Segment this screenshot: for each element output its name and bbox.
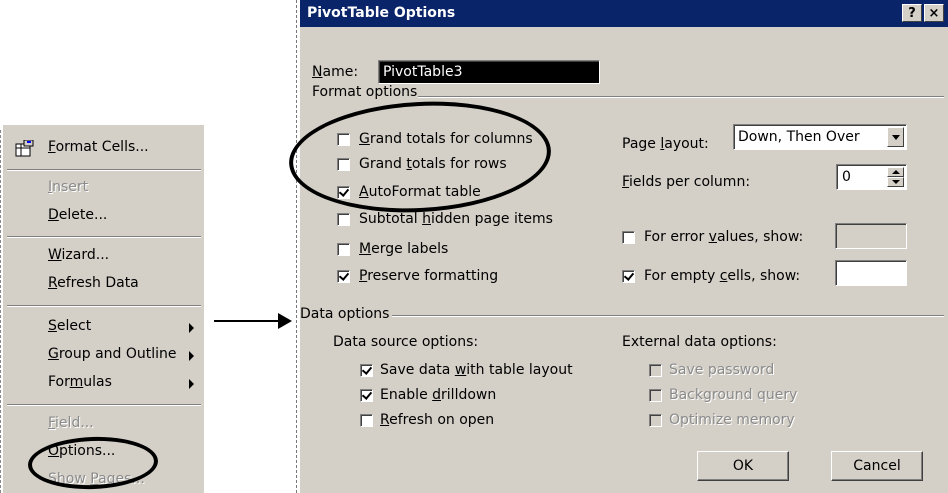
empty-cells-field[interactable]	[835, 260, 907, 286]
merge-labels-label: Merge labels	[359, 241, 449, 257]
menu-item-wizard[interactable]: Wizard...	[48, 247, 109, 263]
page-layout-combo[interactable]: Down, Then Over	[733, 124, 907, 150]
menu-item-delete[interactable]: Delete...	[48, 207, 107, 223]
empty-cells-label: For empty cells, show:	[644, 268, 801, 284]
menu-item-field: Field...	[48, 415, 94, 431]
fields-per-column-label: Fields per column:	[622, 174, 751, 190]
external-data-options-label: External data options:	[622, 334, 777, 350]
fields-per-column-spinner[interactable]: 0	[836, 164, 907, 190]
annotation-arrow-head	[278, 313, 292, 329]
enable-drilldown-label: Enable drilldown	[380, 387, 497, 403]
background-query-checkbox	[649, 389, 662, 402]
preserve-formatting-label: Preserve formatting	[359, 268, 499, 284]
menu-item-formulas[interactable]: Formulas	[48, 374, 112, 390]
help-button[interactable]: ?	[902, 4, 922, 22]
page-layout-value: Down, Then Over	[738, 129, 860, 145]
group-divider	[418, 96, 944, 98]
empty-cells-checkbox[interactable]	[622, 270, 635, 283]
background-query-label: Background query	[669, 387, 798, 403]
menu-separator	[7, 404, 201, 406]
ok-button[interactable]: OK	[697, 451, 789, 481]
optimize-memory-checkbox	[649, 414, 662, 427]
title-bar: PivotTable Options ? ×	[300, 0, 948, 27]
name-label: Name:	[312, 64, 359, 80]
submenu-arrow-icon	[189, 379, 194, 389]
name-field[interactable]: PivotTable3	[378, 60, 600, 84]
group-divider	[392, 315, 944, 317]
menu-shadow-edge	[0, 130, 1, 493]
error-values-field[interactable]	[835, 223, 907, 249]
preserve-formatting-checkbox[interactable]	[337, 270, 350, 283]
save-data-label: Save data with table layout	[380, 362, 573, 378]
save-password-checkbox	[649, 364, 662, 377]
error-values-label: For error values, show:	[644, 229, 804, 245]
menu-separator	[7, 169, 201, 171]
spin-up-icon[interactable]	[887, 167, 904, 177]
pivottable-options-dialog: PivotTable Options ? × Name: PivotTable3…	[300, 0, 948, 493]
annotation-arrow	[214, 320, 280, 322]
subtotal-hidden-label: Subtotal hidden page items	[359, 211, 553, 227]
cancel-button[interactable]: Cancel	[831, 451, 923, 481]
merge-labels-checkbox[interactable]	[337, 243, 350, 256]
submenu-arrow-icon	[189, 323, 194, 333]
menu-item-format-cells[interactable]: Format Cells...	[48, 139, 149, 155]
data-options-label: Data options	[300, 306, 390, 322]
menu-item-refresh-data[interactable]: Refresh Data	[48, 275, 139, 291]
dropdown-arrow-icon[interactable]	[887, 127, 904, 147]
enable-drilldown-checkbox[interactable]	[360, 389, 373, 402]
data-source-options-label: Data source options:	[333, 334, 479, 350]
menu-item-insert: Insert	[48, 179, 89, 195]
save-data-checkbox[interactable]	[360, 364, 373, 377]
optimize-memory-label: Optimize memory	[669, 412, 795, 428]
format-cells-icon	[15, 139, 35, 162]
menu-separator	[7, 305, 201, 307]
refresh-on-open-checkbox[interactable]	[360, 414, 373, 427]
save-password-label: Save password	[669, 362, 775, 378]
error-values-checkbox[interactable]	[622, 231, 635, 244]
submenu-arrow-icon	[189, 351, 194, 361]
menu-item-group-and-outline[interactable]: Group and Outline	[48, 346, 177, 362]
fields-per-column-value: 0	[842, 169, 851, 185]
dialog-title: PivotTable Options	[307, 5, 456, 21]
page-layout-label: Page layout:	[622, 136, 709, 152]
subtotal-hidden-checkbox[interactable]	[337, 213, 350, 226]
format-options-label: Format options	[312, 84, 418, 100]
menu-item-select[interactable]: Select	[48, 318, 91, 334]
refresh-on-open-label: Refresh on open	[380, 412, 495, 428]
close-button[interactable]: ×	[924, 4, 944, 22]
spin-down-icon[interactable]	[887, 177, 904, 187]
menu-separator	[7, 236, 201, 238]
